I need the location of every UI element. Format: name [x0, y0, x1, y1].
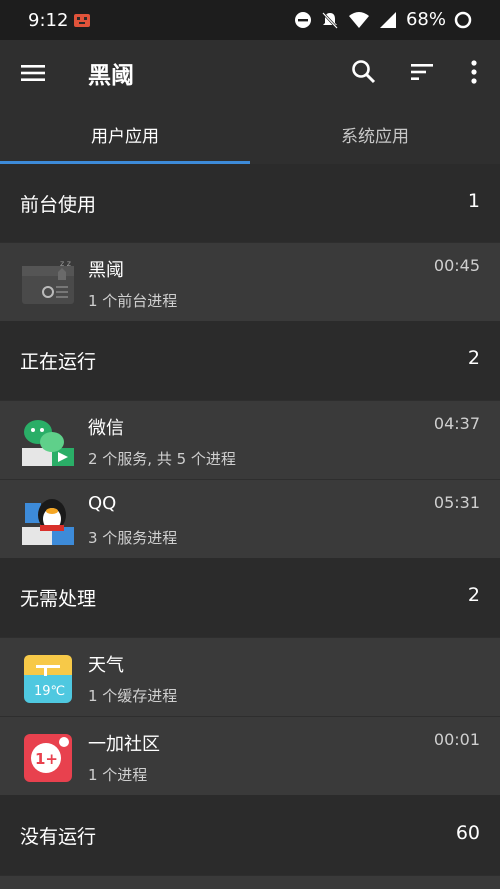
- wechat-app-icon: [22, 416, 74, 468]
- app-row-oneplus-community[interactable]: 1+ 一加社区 1 个进程 00:01: [0, 716, 500, 795]
- app-runtime: 04:37: [433, 414, 480, 433]
- section-foreground[interactable]: 前台使用 1: [0, 164, 500, 243]
- section-count: 2: [467, 584, 480, 606]
- menu-icon[interactable]: [18, 58, 48, 88]
- tab-system-apps[interactable]: 系统应用: [250, 104, 500, 164]
- heiyu-app-icon: z z: [22, 258, 74, 310]
- section-title: 没有运行: [20, 826, 97, 848]
- app-process-info: 2 个服务, 共 5 个进程: [88, 450, 236, 468]
- tab-user-apps[interactable]: 用户应用: [0, 104, 250, 164]
- muted-bell-icon: [320, 10, 340, 30]
- app-process-info: 1 个缓存进程: [88, 687, 178, 705]
- battery-icon: [454, 11, 472, 29]
- app-runtime: 00:01: [433, 730, 480, 749]
- app-row-qq[interactable]: QQ 3 个服务进程 05:31: [0, 479, 500, 558]
- app-name: 一加社区: [88, 734, 160, 755]
- app-name: QQ: [88, 493, 117, 514]
- section-title: 正在运行: [20, 351, 97, 373]
- tab-bar: 用户应用 系统应用: [0, 104, 500, 164]
- qq-app-icon: [22, 495, 74, 547]
- app-bar: 黑阈: [0, 40, 500, 104]
- status-bar: 9:12 68%: [0, 0, 500, 40]
- app-process-info: 1 个进程: [88, 766, 148, 784]
- app-process-info: 1 个前台进程: [88, 292, 178, 310]
- app-process-info: 3 个服务进程: [88, 529, 178, 547]
- weather-app-icon: 19℃: [22, 653, 74, 705]
- sort-icon[interactable]: [408, 58, 436, 86]
- section-count: 1: [467, 190, 480, 212]
- cell-signal-icon: [378, 11, 398, 29]
- section-count: 60: [455, 822, 480, 844]
- section-title: 无需处理: [20, 588, 97, 610]
- app-runtime: 05:31: [433, 493, 480, 512]
- app-row-heiyu[interactable]: z z 黑阈 1 个前台进程 00:45: [0, 242, 500, 321]
- section-not-running[interactable]: 没有运行 60: [0, 796, 500, 875]
- wifi-icon: [348, 11, 370, 29]
- oneplus-icon-text: 1+: [35, 750, 58, 768]
- search-icon[interactable]: [350, 58, 378, 86]
- app-row-partial[interactable]: [0, 875, 500, 889]
- svg-text:z z: z z: [60, 259, 71, 268]
- app-runtime: 00:45: [433, 256, 480, 275]
- do-not-disturb-icon: [294, 11, 312, 29]
- section-running[interactable]: 正在运行 2: [0, 321, 500, 400]
- app-name: 黑阈: [88, 260, 124, 281]
- app-row-weather[interactable]: 19℃ 天气 1 个缓存进程: [0, 637, 500, 716]
- page-title: 黑阈: [88, 63, 134, 89]
- status-time: 9:12: [28, 10, 69, 31]
- weather-icon-temperature: 19℃: [34, 684, 65, 699]
- app-name: 微信: [88, 418, 124, 439]
- notification-app-icon: [72, 10, 92, 30]
- app-name: 天气: [88, 655, 124, 676]
- section-no-action-needed[interactable]: 无需处理 2: [0, 558, 500, 637]
- oneplus-community-app-icon: 1+: [22, 732, 74, 784]
- more-options-icon[interactable]: [462, 58, 486, 86]
- app-row-wechat[interactable]: 微信 2 个服务, 共 5 个进程 04:37: [0, 400, 500, 479]
- section-title: 前台使用: [20, 194, 97, 216]
- battery-percent: 68%: [405, 9, 446, 30]
- section-count: 2: [467, 347, 480, 369]
